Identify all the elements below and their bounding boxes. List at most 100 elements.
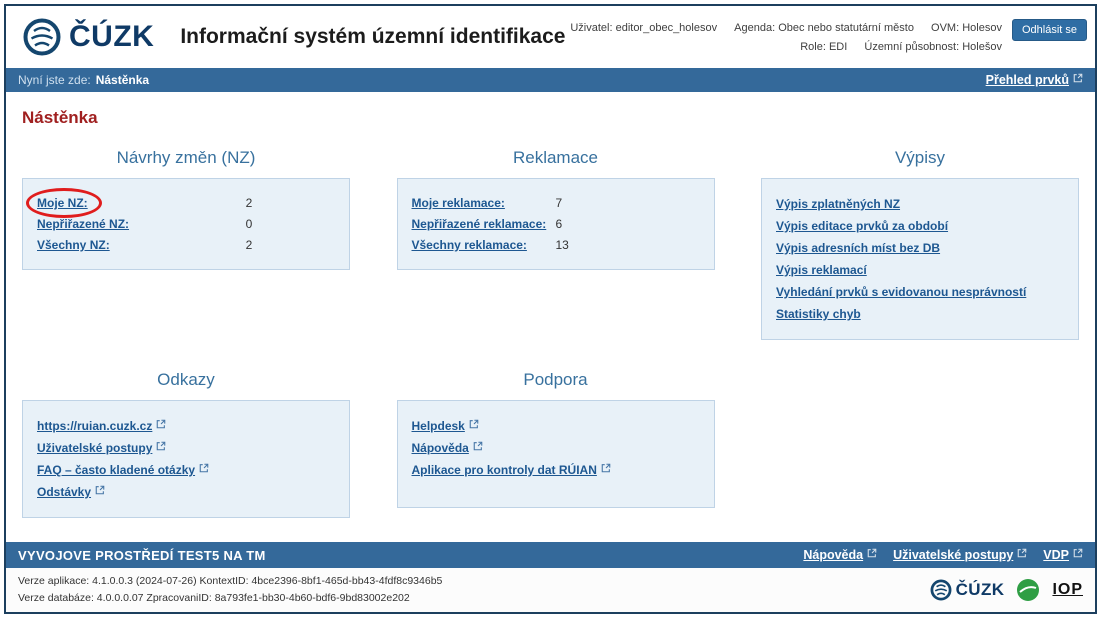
link-label: VDP [1043,548,1069,562]
role-label: Role: [800,41,826,53]
neprirazene-nz-count: 0 [246,217,253,231]
table-row: Moje reklamace: 7 [412,196,700,210]
external-link-icon [95,485,105,495]
napoveda-link[interactable]: Nápověda [412,441,483,455]
cuzk-globe-icon [930,579,952,601]
vyhledani-prvku-link[interactable]: Vyhledání prvků s evidovanou nesprávnost… [776,285,1026,299]
link-label: https://ruian.cuzk.cz [37,419,152,433]
panel-podpora: Helpdesk Nápověda Aplikace pro kontroly … [397,400,715,508]
prehled-prvku-label: Přehled prvků [986,73,1069,87]
vypis-adresnich-mist-link[interactable]: Výpis adresních míst bez DB [776,241,940,255]
user-value: editor_obec_holesov [616,22,718,34]
dashboard-row-2: Odkazy https://ruian.cuzk.cz Uživatelské… [22,354,1079,518]
vypis-reklamaci-link[interactable]: Výpis reklamací [776,263,867,277]
logout-button[interactable]: Odhlásit se [1012,19,1087,41]
moje-reklamace-count: 7 [556,196,563,210]
panel-nz: Moje NZ: 2 Nepřiřazené NZ: 0 Všechny NZ:… [22,178,350,270]
odstavky-link[interactable]: Odstávky [37,485,105,499]
vypis-editace-prvku-link[interactable]: Výpis editace prvků za období [776,219,948,233]
panel-vypisy: Výpis zplatněných NZ Výpis editace prvků… [761,178,1079,340]
user-label: Uživatel: [570,22,612,34]
ovm-value: Holesov [962,22,1002,34]
pusobnost-value: Holešov [962,41,1002,53]
statistiky-chyb-link[interactable]: Statistiky chyb [776,307,861,321]
list-item: FAQ – často kladené otázky [37,463,335,477]
main-content: Nástěnka Návrhy změn (NZ) Moje NZ: 2 [6,92,1095,542]
uzivatelske-postupy-link[interactable]: Uživatelské postupy [37,441,166,455]
section-title-podpora: Podpora [397,370,715,390]
vsechny-reklamace-link[interactable]: Všechny reklamace: [412,238,527,252]
footer-vdp-link[interactable]: VDP [1043,548,1083,562]
list-item: Statistiky chyb [776,307,1064,321]
neprirazene-nz-link[interactable]: Nepřiřazené NZ: [37,217,129,231]
link-label: Aplikace pro kontroly dat RÚIAN [412,463,597,477]
list-item: Výpis adresních míst bez DB [776,241,1064,255]
footer-uzivatelske-postupy-link[interactable]: Uživatelské postupy [893,548,1027,562]
moje-nz-count: 2 [246,196,253,210]
external-link-icon [867,548,877,558]
faq-link[interactable]: FAQ – často kladené otázky [37,463,209,477]
section-title-vypisy: Výpisy [761,148,1079,168]
role-value: EDI [829,41,847,53]
link-label: Helpdesk [412,419,465,433]
list-item: Odstávky [37,485,335,499]
external-link-icon [469,419,479,429]
section-title-odkazy: Odkazy [22,370,350,390]
user-block: Uživatel: editor_obec_holesov Agenda: Ob… [570,17,1087,56]
external-link-icon [601,463,611,473]
list-item: Výpis editace prvků za období [776,219,1064,233]
user-info-line2: Role: EDI Územní působnost: Holešov [570,38,1002,57]
footer-cuzk-logo: ČÚZK [930,579,1005,601]
vsechny-nz-count: 2 [246,238,253,252]
breadcrumb-prefix: Nyní jste zde: [18,73,91,87]
green-circle-logo [1016,578,1040,602]
external-link-icon [473,441,483,451]
link-label: FAQ – často kladené otázky [37,463,195,477]
list-item: Vyhledání prvků s evidovanou nesprávnost… [776,285,1064,299]
section-title-nz: Návrhy změn (NZ) [22,148,350,168]
table-row: Nepřiřazené reklamace: 6 [412,217,700,231]
moje-reklamace-link[interactable]: Moje reklamace: [412,196,505,210]
footer-napoveda-link[interactable]: Nápověda [803,548,877,562]
moje-nz-link[interactable]: Moje NZ: [37,196,88,210]
section-title-reklamace: Reklamace [397,148,715,168]
link-label: Uživatelské postupy [893,548,1013,562]
list-item: Nápověda [412,441,700,455]
cuzk-logo-text: ČÚZK [956,580,1005,600]
vsechny-reklamace-count: 13 [556,238,569,252]
column-podpora: Podpora Helpdesk Nápověda Aplikace pro k… [397,354,715,508]
column-odkazy: Odkazy https://ruian.cuzk.cz Uživatelské… [22,354,350,518]
ruian-web-link[interactable]: https://ruian.cuzk.cz [37,419,166,433]
app-window: ČÚZK Informační systém územní identifika… [4,4,1097,614]
agenda-label: Agenda: [734,22,775,34]
agenda-value: Obec nebo statutární město [778,22,914,34]
iop-link[interactable]: IOP [1052,581,1083,599]
prehled-prvku-link[interactable]: Přehled prvků [986,73,1083,87]
vsechny-nz-link[interactable]: Všechny NZ: [37,238,110,252]
external-link-icon [156,441,166,451]
list-item: Aplikace pro kontroly dat RÚIAN [412,463,700,477]
footer-logos: ČÚZK IOP [930,578,1083,602]
external-link-icon [1073,548,1083,558]
dashboard-row-1: Návrhy změn (NZ) Moje NZ: 2 Nepřiřazené … [22,132,1079,340]
neprirazene-reklamace-link[interactable]: Nepřiřazené reklamace: [412,217,547,231]
cuzk-logo-text: ČÚZK [69,20,154,54]
cuzk-logo: ČÚZK [22,17,154,57]
breadcrumb-bar: Nyní jste zde: Nástěnka Přehled prvků [6,68,1095,92]
link-label: Odstávky [37,485,91,499]
cuzk-globe-icon [22,17,62,57]
aplikace-kontroly-ruian-link[interactable]: Aplikace pro kontroly dat RÚIAN [412,463,611,477]
column-reklamace: Reklamace Moje reklamace: 7 Nepřiřazené … [397,132,715,270]
ovm-label: OVM: [931,22,959,34]
version-info-strip: Verze aplikace: 4.1.0.0.3 (2024-07-26) K… [6,568,1095,612]
table-row: Nepřiřazené NZ: 0 [37,217,335,231]
version-info: Verze aplikace: 4.1.0.0.3 (2024-07-26) K… [18,573,442,607]
column-vypisy: Výpisy Výpis zplatněných NZ Výpis editac… [761,132,1079,340]
external-link-icon [156,419,166,429]
user-info-line1: Uživatel: editor_obec_holesov Agenda: Ob… [570,19,1002,38]
helpdesk-link[interactable]: Helpdesk [412,419,479,433]
link-label: Nápověda [412,441,469,455]
list-item: Uživatelské postupy [37,441,335,455]
vypis-zplatnenych-nz-link[interactable]: Výpis zplatněných NZ [776,197,900,211]
panel-odkazy: https://ruian.cuzk.cz Uživatelské postup… [22,400,350,518]
